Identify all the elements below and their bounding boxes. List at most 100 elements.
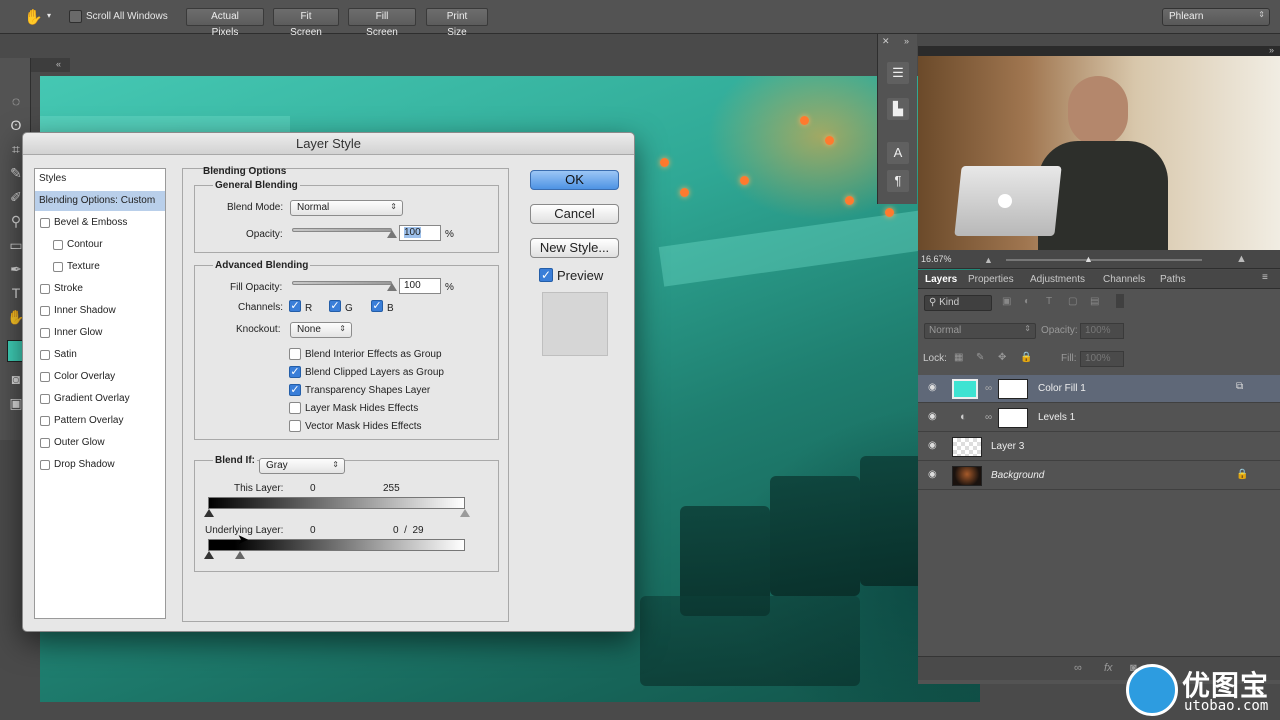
- knockout-select[interactable]: None ⇕: [290, 322, 352, 338]
- panel-menu-icon[interactable]: ≡: [1262, 272, 1268, 283]
- channel-b-checkbox[interactable]: ✓: [371, 300, 383, 312]
- tool-preset-chevron-icon[interactable]: ▾: [47, 11, 51, 20]
- style-item[interactable]: Pattern Overlay: [35, 411, 165, 431]
- paragraph-panel-icon[interactable]: ¶: [887, 170, 909, 192]
- option-checkbox[interactable]: [289, 420, 301, 432]
- style-item[interactable]: Contour: [35, 235, 165, 255]
- layer-effects-icon[interactable]: ⧉: [1236, 381, 1243, 392]
- filter-adjustment-icon[interactable]: ◐: [1024, 296, 1030, 307]
- layer-opacity-input[interactable]: 100%: [1080, 323, 1124, 339]
- blend-if-select[interactable]: Gray ⇕: [259, 458, 345, 474]
- style-item[interactable]: Outer Glow: [35, 433, 165, 453]
- layer-row-layer-3[interactable]: ◉ Layer 3: [918, 433, 1280, 461]
- close-icon[interactable]: ✕: [882, 36, 890, 47]
- style-checkbox[interactable]: [40, 328, 50, 338]
- styles-header[interactable]: Styles: [35, 169, 165, 189]
- tab-paths[interactable]: Paths: [1160, 274, 1186, 285]
- style-item[interactable]: Bevel & Emboss: [35, 213, 165, 233]
- expand-icon[interactable]: »: [904, 36, 909, 46]
- style-checkbox[interactable]: [40, 416, 50, 426]
- lasso-tool-icon[interactable]: ʘ: [7, 116, 25, 134]
- link-layers-icon[interactable]: ∞: [1074, 662, 1082, 674]
- scroll-all-windows-checkbox[interactable]: [69, 10, 82, 23]
- style-item[interactable]: Color Overlay: [35, 367, 165, 387]
- opacity-input[interactable]: 100: [399, 225, 441, 241]
- style-item[interactable]: Texture: [35, 257, 165, 277]
- layer-row-background[interactable]: ◉ Background 🔒: [918, 462, 1280, 490]
- marquee-tool-icon[interactable]: ◌: [7, 92, 25, 110]
- option-checkbox[interactable]: ✓: [289, 384, 301, 396]
- layer-row-color-fill-1[interactable]: ◉ ∞ Color Fill 1 ⧉: [918, 375, 1280, 403]
- layer-row-levels-1[interactable]: ◉ ◐ ∞ Levels 1: [918, 404, 1280, 432]
- style-checkbox[interactable]: [40, 394, 50, 404]
- foreground-color-swatch[interactable]: [7, 340, 23, 362]
- eye-icon[interactable]: ◉: [928, 470, 940, 480]
- fill-opacity-slider-knob[interactable]: [387, 283, 397, 291]
- tab-properties[interactable]: Properties: [968, 274, 1014, 285]
- link-icon[interactable]: ∞: [985, 383, 992, 394]
- style-item[interactable]: Stroke: [35, 279, 165, 299]
- this-layer-white-slider[interactable]: [460, 509, 470, 517]
- print-size-button[interactable]: Print Size: [426, 8, 488, 38]
- zoom-out-icon[interactable]: ▲: [984, 255, 993, 265]
- fit-screen-button[interactable]: Fit Screen: [273, 8, 339, 38]
- lock-transparent-icon[interactable]: ▦: [954, 352, 963, 363]
- link-icon[interactable]: ∞: [985, 412, 992, 423]
- histogram-panel-icon[interactable]: ▙: [887, 98, 909, 120]
- new-style-button[interactable]: New Style...: [530, 238, 619, 258]
- option-checkbox[interactable]: ✓: [289, 366, 301, 378]
- ok-button[interactable]: OK: [530, 170, 619, 190]
- fill-opacity-slider[interactable]: [292, 281, 392, 285]
- fx-icon[interactable]: fx: [1104, 662, 1113, 674]
- actual-pixels-button[interactable]: Actual Pixels: [186, 8, 264, 38]
- eye-icon[interactable]: ◉: [928, 412, 940, 422]
- layer-fill-input[interactable]: 100%: [1080, 351, 1124, 367]
- preview-checkbox[interactable]: ✓: [539, 268, 553, 282]
- style-checkbox[interactable]: [40, 372, 50, 382]
- tab-layers[interactable]: Layers: [925, 274, 957, 285]
- style-item[interactable]: Inner Glow: [35, 323, 165, 343]
- filter-pixel-icon[interactable]: ▣: [1002, 296, 1011, 307]
- style-checkbox[interactable]: [53, 262, 63, 272]
- style-checkbox[interactable]: [40, 306, 50, 316]
- eye-icon[interactable]: ◉: [928, 383, 940, 393]
- filter-smart-object-icon[interactable]: ▤: [1090, 296, 1099, 307]
- workspace-select[interactable]: Phlearn ⇕: [1162, 8, 1270, 26]
- filter-toggle[interactable]: [1116, 294, 1124, 308]
- style-checkbox[interactable]: [40, 284, 50, 294]
- style-checkbox[interactable]: [40, 438, 50, 448]
- tab-adjustments[interactable]: Adjustments: [1030, 274, 1085, 285]
- tab-channels[interactable]: Channels: [1103, 274, 1145, 285]
- eye-icon[interactable]: ◉: [928, 441, 940, 451]
- channel-g-checkbox[interactable]: ✓: [329, 300, 341, 312]
- this-layer-black-slider[interactable]: [204, 509, 214, 517]
- zoom-slider-knob[interactable]: ▲: [1084, 254, 1093, 264]
- cancel-button[interactable]: Cancel: [530, 204, 619, 224]
- option-checkbox[interactable]: [289, 348, 301, 360]
- filter-type-icon[interactable]: T: [1046, 296, 1052, 307]
- zoom-slider[interactable]: [1006, 259, 1202, 261]
- opacity-slider-knob[interactable]: [387, 230, 397, 238]
- lock-pixels-icon[interactable]: ✎: [976, 352, 984, 363]
- style-item[interactable]: Inner Shadow: [35, 301, 165, 321]
- hand-tool-icon[interactable]: ✋: [24, 8, 43, 26]
- style-item[interactable]: Satin: [35, 345, 165, 365]
- option-checkbox[interactable]: [289, 402, 301, 414]
- lock-position-icon[interactable]: ✥: [998, 352, 1006, 363]
- layer-blend-mode-select[interactable]: Normal ⇕: [924, 323, 1036, 339]
- collapse-icon[interactable]: «: [56, 59, 61, 69]
- collapse-icon[interactable]: »: [1269, 46, 1274, 55]
- underlying-split-slider[interactable]: [235, 551, 245, 559]
- style-checkbox[interactable]: [40, 218, 50, 228]
- style-checkbox[interactable]: [40, 350, 50, 360]
- lock-all-icon[interactable]: 🔒: [1020, 352, 1032, 363]
- character-panel-icon[interactable]: A: [887, 142, 909, 164]
- blend-mode-select[interactable]: Normal ⇕: [290, 200, 403, 216]
- fill-opacity-input[interactable]: 100: [399, 278, 441, 294]
- style-checkbox[interactable]: [53, 240, 63, 250]
- style-item[interactable]: Drop Shadow: [35, 455, 165, 475]
- style-item[interactable]: Gradient Overlay: [35, 389, 165, 409]
- style-checkbox[interactable]: [40, 460, 50, 470]
- channel-r-checkbox[interactable]: ✓: [289, 300, 301, 312]
- style-item[interactable]: Blending Options: Custom: [35, 191, 165, 211]
